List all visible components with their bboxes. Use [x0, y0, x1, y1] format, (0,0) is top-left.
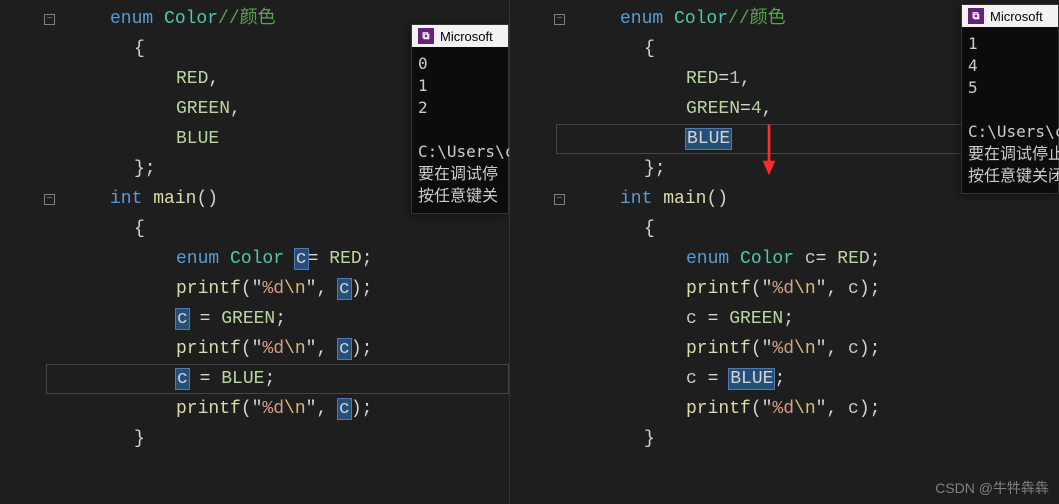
- console-title: Microsoft: [990, 9, 1043, 24]
- console-titlebar[interactable]: ⧉ Microsoft: [412, 25, 508, 47]
- selection-highlight: c: [295, 249, 308, 269]
- code-line[interactable]: printf("%d\n", c);: [46, 274, 372, 304]
- console-output: 1 4 5 C:\Users\co 要在调试停止 按任意键关闭: [962, 27, 1058, 193]
- code-line[interactable]: c = GREEN;: [556, 304, 794, 334]
- app-icon: ⧉: [968, 8, 984, 24]
- code-line[interactable]: RED=1,: [556, 64, 751, 94]
- code-line[interactable]: c = BLUE;: [46, 364, 275, 394]
- console-title: Microsoft: [440, 29, 493, 44]
- watermark-text: CSDN @牛牪犇犇: [935, 478, 1049, 498]
- code-line[interactable]: printf("%d\n", c);: [556, 334, 880, 364]
- selection-highlight: BLUE: [729, 369, 774, 389]
- code-line[interactable]: printf("%d\n", c);: [556, 274, 880, 304]
- code-line[interactable]: BLUE: [556, 124, 731, 154]
- selection-highlight: c: [338, 399, 351, 419]
- code-line[interactable]: enum Color//颜色: [556, 4, 786, 34]
- code-line[interactable]: BLUE: [46, 124, 219, 154]
- code-line[interactable]: printf("%d\n", c);: [46, 394, 372, 424]
- code-line[interactable]: enum Color c= RED;: [46, 244, 373, 274]
- code-line[interactable]: }: [556, 424, 655, 454]
- code-line[interactable]: GREEN=4,: [556, 94, 772, 124]
- code-line[interactable]: {: [556, 214, 655, 244]
- code-line[interactable]: {: [46, 214, 145, 244]
- editor-pane-right: − enum Color//颜色 { RED=1, GREEN=4, BLUE …: [510, 0, 1059, 504]
- selection-highlight: c: [176, 369, 189, 389]
- selection-highlight: c: [338, 339, 351, 359]
- console-window-right[interactable]: ⧉ Microsoft 1 4 5 C:\Users\co 要在调试停止 按任意…: [961, 4, 1059, 194]
- code-line[interactable]: c = GREEN;: [46, 304, 286, 334]
- console-titlebar[interactable]: ⧉ Microsoft: [962, 5, 1058, 27]
- selection-highlight: BLUE: [686, 129, 731, 149]
- code-line[interactable]: c = BLUE;: [556, 364, 785, 394]
- code-line[interactable]: enum Color//颜色: [46, 4, 276, 34]
- console-output: 0 1 2 C:\Users\co 要在调试停 按任意键关: [412, 47, 508, 213]
- code-line[interactable]: {: [556, 34, 655, 64]
- selection-highlight: c: [338, 279, 351, 299]
- code-line[interactable]: int main(): [556, 184, 728, 214]
- console-window-left[interactable]: ⧉ Microsoft 0 1 2 C:\Users\co 要在调试停 按任意键…: [411, 24, 509, 214]
- code-line[interactable]: };: [556, 154, 666, 184]
- code-line[interactable]: GREEN,: [46, 94, 241, 124]
- code-line[interactable]: int main(): [46, 184, 218, 214]
- code-line[interactable]: printf("%d\n", c);: [46, 334, 372, 364]
- editor-pane-left: − enum Color//颜色 { RED, GREEN, BLUE }; −…: [0, 0, 510, 504]
- selection-highlight: c: [176, 309, 189, 329]
- code-line[interactable]: };: [46, 154, 156, 184]
- code-line[interactable]: }: [46, 424, 145, 454]
- code-line[interactable]: {: [46, 34, 145, 64]
- code-line[interactable]: enum Color c= RED;: [556, 244, 881, 274]
- code-line[interactable]: printf("%d\n", c);: [556, 394, 880, 424]
- app-icon: ⧉: [418, 28, 434, 44]
- code-line[interactable]: RED,: [46, 64, 219, 94]
